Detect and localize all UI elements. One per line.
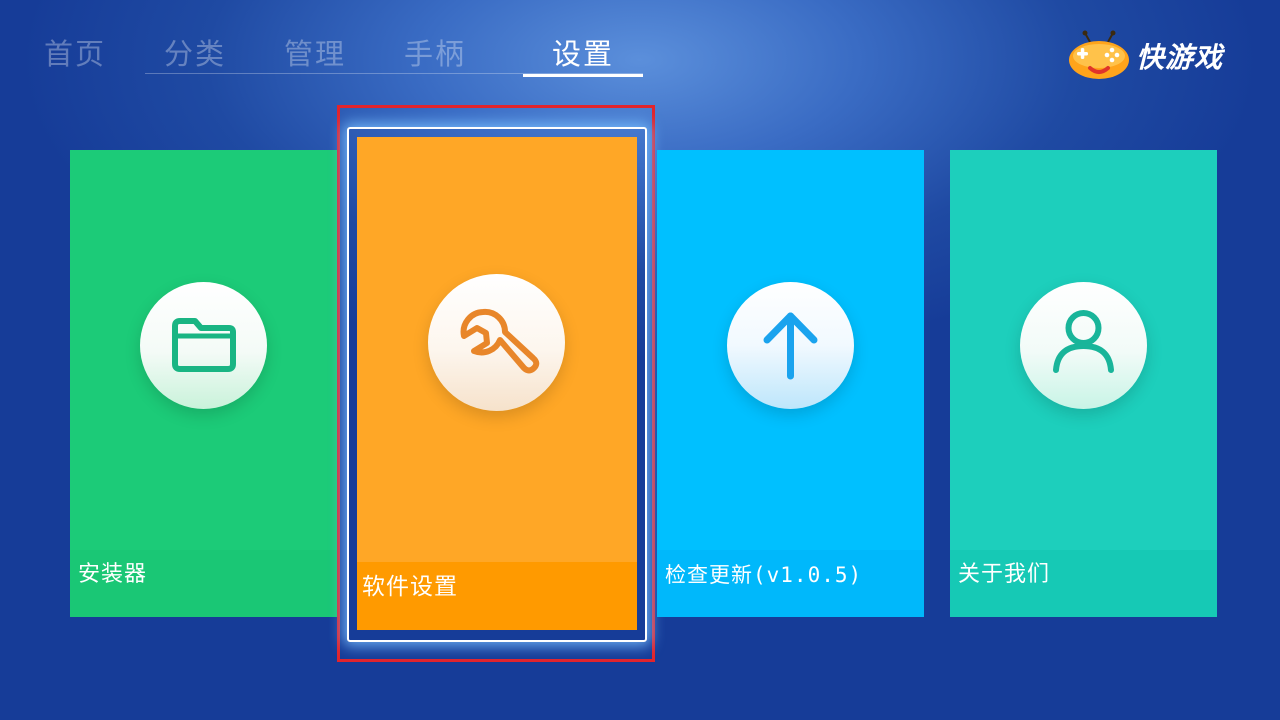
- user-icon: [1053, 310, 1114, 373]
- installer-icon-circle: [140, 282, 267, 409]
- update-icon-circle: [727, 282, 854, 409]
- wrench-icon: [460, 308, 540, 374]
- top-nav: 首页 分类 管理 手柄 设置: [44, 30, 645, 80]
- tab-home[interactable]: 首页: [15, 34, 135, 74]
- logo-text: 快游戏: [1136, 41, 1224, 74]
- tab-gamepad[interactable]: 手柄: [375, 34, 495, 74]
- tab-manage[interactable]: 管理: [255, 34, 375, 74]
- settings-icon-circle: [428, 274, 565, 411]
- folder-icon: [172, 318, 236, 372]
- tab-category[interactable]: 分类: [135, 34, 255, 74]
- card-software-settings-label: 软件设置: [357, 562, 637, 630]
- tab-settings[interactable]: 设置: [523, 34, 643, 77]
- gamepad-mascot-icon: [1068, 30, 1130, 80]
- about-icon-circle: [1020, 282, 1147, 409]
- arrow-up-icon: [763, 312, 818, 380]
- card-about-us[interactable]: 关于我们: [950, 150, 1217, 617]
- app-logo: 快游戏: [1068, 26, 1248, 86]
- card-about-us-label: 关于我们: [950, 550, 1217, 617]
- card-check-update-label: 检查更新(v1.0.5): [657, 550, 924, 617]
- card-installer-label: 安装器: [70, 550, 337, 617]
- card-check-update[interactable]: 检查更新(v1.0.5): [657, 150, 924, 617]
- card-installer[interactable]: 安装器: [70, 150, 337, 617]
- card-software-settings[interactable]: 软件设置: [357, 137, 637, 630]
